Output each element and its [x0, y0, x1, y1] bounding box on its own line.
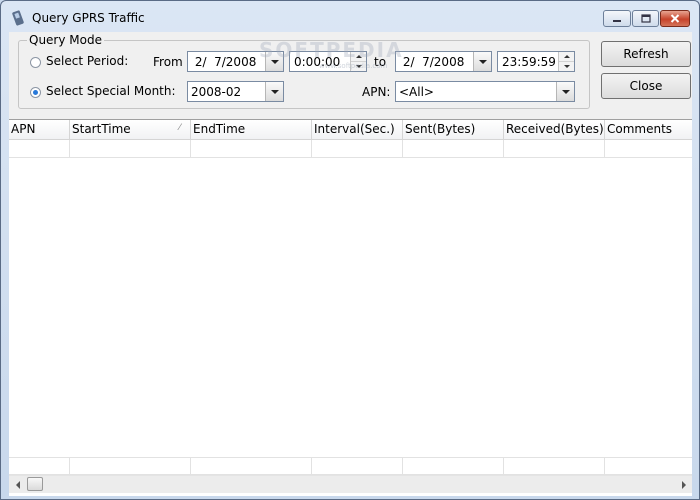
- to-date-picker[interactable]: 2/ 7/2008: [395, 51, 492, 72]
- table-row[interactable]: [9, 140, 692, 158]
- title-bar[interactable]: Query GPRS Traffic: [1, 1, 699, 34]
- from-date-dropdown-button[interactable]: [265, 52, 283, 71]
- arrow-right-icon: [681, 480, 686, 489]
- chevron-down-icon: [355, 65, 362, 68]
- table-cell: [9, 140, 70, 158]
- table-cell: [191, 458, 312, 476]
- arrow-left-icon: [15, 480, 20, 489]
- to-time-spinner[interactable]: [558, 52, 574, 71]
- chevron-up-icon: [355, 55, 362, 58]
- chevron-down-icon: [478, 59, 487, 64]
- select-special-month-label[interactable]: Select Special Month:: [46, 84, 176, 98]
- apn-label: APN:: [362, 85, 391, 99]
- column-header-received[interactable]: Received(Bytes): [504, 120, 605, 139]
- column-header-comments[interactable]: Comments: [605, 120, 692, 139]
- apn-value: <All>: [399, 85, 434, 99]
- chevron-up-icon: [563, 55, 570, 58]
- chevron-down-icon: [563, 65, 570, 68]
- column-header-sent[interactable]: Sent(Bytes): [403, 120, 504, 139]
- to-date-value: 2/ 7/2008: [399, 55, 465, 69]
- table-cell: [504, 140, 605, 158]
- maximize-button[interactable]: [632, 10, 659, 27]
- table-header: APN StartTime ⁄ EndTime Interval(Sec.) S…: [9, 120, 692, 140]
- table-cell: [403, 458, 504, 476]
- month-select[interactable]: 2008-02: [187, 81, 284, 102]
- to-time-picker[interactable]: 23:59:59: [497, 51, 575, 72]
- scrollbar-thumb[interactable]: [27, 477, 43, 491]
- to-date-dropdown-button[interactable]: [473, 52, 491, 71]
- chevron-down-icon: [561, 89, 570, 94]
- column-header-interval[interactable]: Interval(Sec.): [312, 120, 403, 139]
- from-time-picker[interactable]: 0:00:00: [289, 51, 367, 72]
- table-cell: [70, 458, 191, 476]
- from-time-up-button[interactable]: [351, 52, 366, 62]
- table-row[interactable]: [9, 457, 692, 476]
- apn-dropdown-button[interactable]: [556, 82, 574, 101]
- column-header-starttime[interactable]: StartTime: [70, 120, 191, 139]
- apn-select[interactable]: <All>: [395, 81, 575, 102]
- scroll-right-button[interactable]: [675, 476, 692, 493]
- close-button[interactable]: Close: [601, 73, 691, 99]
- sort-indicator-icon: ⁄: [179, 123, 181, 133]
- from-time-down-button[interactable]: [351, 62, 366, 71]
- column-header-apn[interactable]: APN: [9, 120, 70, 139]
- month-value: 2008-02: [191, 85, 242, 99]
- column-header-starttime-label: StartTime: [72, 122, 131, 136]
- minimize-button[interactable]: [603, 10, 631, 27]
- to-time-value: 23:59:59: [502, 55, 556, 69]
- table-cell: [70, 140, 191, 158]
- to-time-down-button[interactable]: [559, 62, 574, 71]
- query-mode-group: Query Mode Select Period: From 2/ 7/2008…: [18, 33, 590, 109]
- from-label: From: [153, 55, 183, 69]
- from-date-value: 2/ 7/2008: [191, 55, 257, 69]
- select-period-radio[interactable]: [30, 57, 41, 68]
- close-icon: [670, 14, 680, 23]
- maximize-icon: [640, 14, 651, 23]
- month-dropdown-button[interactable]: [265, 82, 283, 101]
- scroll-left-button[interactable]: [9, 476, 26, 493]
- from-time-value: 0:00:00: [294, 55, 341, 69]
- traffic-list-view[interactable]: APN StartTime ⁄ EndTime Interval(Sec.) S…: [9, 119, 692, 496]
- table-cell: [504, 458, 605, 476]
- select-period-label[interactable]: Select Period:: [46, 54, 128, 68]
- chevron-down-icon: [270, 89, 279, 94]
- table-cell: [312, 458, 403, 476]
- table-cell: [403, 140, 504, 158]
- minimize-icon: [613, 19, 621, 22]
- column-header-endtime[interactable]: EndTime: [191, 120, 312, 139]
- refresh-button[interactable]: Refresh: [601, 41, 691, 67]
- table-cell: [191, 140, 312, 158]
- select-special-month-radio[interactable]: [30, 87, 41, 98]
- table-cell: [9, 458, 70, 476]
- window-close-button[interactable]: [660, 10, 690, 27]
- query-gprs-traffic-window: Query GPRS Traffic Query Mode Select Per…: [0, 0, 700, 500]
- dialog-client-area: Query Mode Select Period: From 2/ 7/2008…: [9, 32, 692, 496]
- chevron-down-icon: [270, 59, 279, 64]
- query-mode-legend: Query Mode: [27, 33, 104, 47]
- table-cell: [312, 140, 403, 158]
- app-icon: [12, 10, 24, 26]
- horizontal-scrollbar[interactable]: [9, 475, 692, 493]
- to-time-up-button[interactable]: [559, 52, 574, 62]
- to-label: to: [374, 55, 387, 69]
- from-time-spinner[interactable]: [350, 52, 366, 71]
- from-date-picker[interactable]: 2/ 7/2008: [187, 51, 284, 72]
- window-title: Query GPRS Traffic: [32, 11, 145, 25]
